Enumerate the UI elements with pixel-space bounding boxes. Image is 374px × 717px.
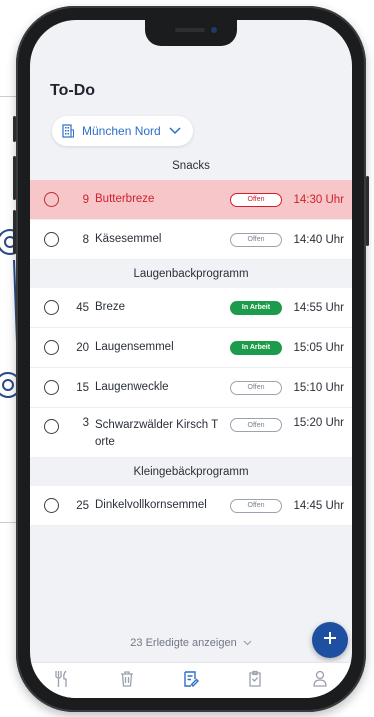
item-name: Schwarzwälder Kirsch T orte — [95, 419, 218, 448]
item-quantity: 3 — [82, 417, 89, 429]
item-time: 14:45 Uhr — [293, 499, 344, 512]
chevron-down-icon — [169, 127, 181, 135]
todo-item-laugensemmel[interactable]: 20 Laugensemmel In Arbeit 15:05 Uhr — [30, 328, 352, 368]
todo-item-schwarzwaelder-kirsch-torte[interactable]: 3 Schwarzwälder Kirsch T orte Offen 15:2… — [30, 408, 352, 458]
building-icon — [62, 124, 74, 138]
tab-trash[interactable] — [117, 670, 137, 693]
status-badge: Offen — [230, 498, 282, 513]
list-edit-icon — [183, 670, 199, 693]
item-time: 14:30 Uhr — [293, 193, 344, 206]
item-time: 14:40 Uhr — [293, 233, 344, 246]
tab-clipboard[interactable] — [245, 670, 265, 693]
section-header: Laugenbackprogramm — [30, 260, 352, 288]
section-header: Kleingebäckprogramm — [30, 458, 352, 486]
item-quantity: 25 — [76, 499, 89, 512]
show-completed-label: 23 Erledigte anzeigen — [130, 637, 237, 649]
item-name: Dinkelvollkornsemmel — [95, 499, 207, 511]
item-name: Laugenweckle — [95, 381, 169, 393]
item-checkbox[interactable] — [44, 232, 59, 247]
location-label: München Nord — [82, 124, 161, 138]
tab-profile[interactable] — [310, 670, 330, 693]
item-checkbox[interactable] — [44, 192, 59, 207]
item-checkbox[interactable] — [44, 498, 59, 513]
section-header: Snacks — [30, 152, 352, 180]
status-badge: Offen — [230, 232, 282, 247]
item-time: 15:20 Uhr — [293, 417, 344, 429]
item-time: 14:55 Uhr — [293, 301, 344, 314]
status-badge: In Arbeit — [230, 340, 282, 355]
notch-speaker — [175, 28, 205, 32]
add-button[interactable] — [312, 622, 348, 658]
item-quantity: 15 — [76, 381, 89, 394]
item-checkbox[interactable] — [44, 380, 59, 395]
phone-notch — [145, 20, 237, 46]
show-completed-toggle[interactable]: 23 Erledigte anzeigen — [30, 637, 352, 649]
todo-item-kaesesemmel[interactable]: 8 Käsesemmel Offen 14:40 Uhr — [30, 220, 352, 260]
chevron-down-icon — [243, 637, 252, 649]
bottom-tab-bar — [30, 662, 352, 698]
location-selector[interactable]: München Nord — [52, 116, 193, 146]
clipboard-icon — [247, 670, 263, 693]
item-time: 15:10 Uhr — [293, 381, 344, 394]
app-screen: To-Do München Nord Snacks 9 Butterbreze … — [30, 20, 352, 698]
status-badge: Offen — [230, 418, 282, 432]
user-icon — [312, 670, 328, 693]
status-badge: In Arbeit — [230, 300, 282, 315]
plus-icon — [323, 631, 337, 650]
todo-item-laugenweckle[interactable]: 15 Laugenweckle Offen 15:10 Uhr — [30, 368, 352, 408]
item-quantity: 45 — [76, 301, 89, 314]
phone-side-button — [13, 116, 16, 142]
phone-volume-down — [13, 210, 16, 254]
status-badge: Offen — [230, 380, 282, 395]
cutlery-icon — [54, 670, 70, 693]
item-checkbox[interactable] — [44, 419, 59, 434]
trash-icon — [119, 670, 135, 693]
tab-todo[interactable] — [181, 670, 201, 693]
item-time: 15:05 Uhr — [293, 341, 344, 354]
phone-power-button — [366, 176, 369, 246]
phone-volume-up — [13, 156, 16, 200]
status-badge: Offen — [230, 192, 282, 207]
item-name: Laugensemmel — [95, 341, 174, 353]
todo-list: Snacks 9 Butterbreze Offen 14:30 Uhr 8 K… — [30, 152, 352, 526]
item-name: Butterbreze — [95, 193, 155, 205]
notch-camera — [211, 27, 217, 33]
todo-item-butterbreze[interactable]: 9 Butterbreze Offen 14:30 Uhr — [30, 180, 352, 220]
item-quantity: 20 — [76, 341, 89, 354]
item-quantity: 8 — [82, 233, 89, 246]
item-quantity: 9 — [82, 193, 89, 206]
phone-frame: To-Do München Nord Snacks 9 Butterbreze … — [13, 6, 369, 712]
page-title: To-Do — [50, 82, 96, 99]
todo-item-breze[interactable]: 45 Breze In Arbeit 14:55 Uhr — [30, 288, 352, 328]
item-name: Breze — [95, 301, 126, 313]
item-checkbox[interactable] — [44, 340, 59, 355]
item-checkbox[interactable] — [44, 300, 59, 315]
item-name: Käsesemmel — [95, 233, 162, 245]
todo-item-dinkelvollkornsemmel[interactable]: 25 Dinkelvollkornsemmel Offen 14:45 Uhr — [30, 486, 352, 526]
tab-cutlery[interactable] — [52, 670, 72, 693]
